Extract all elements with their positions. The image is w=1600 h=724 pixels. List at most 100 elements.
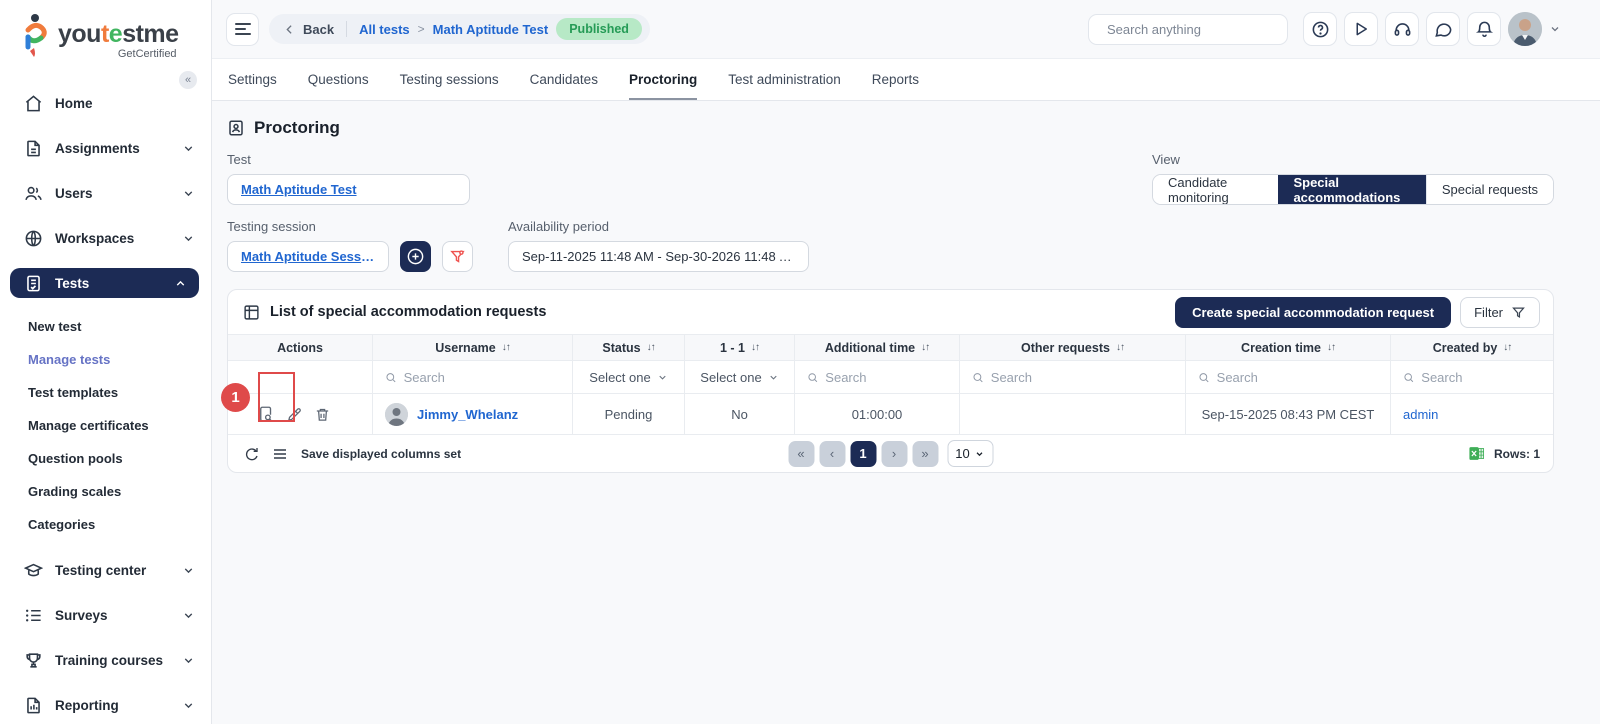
column-status[interactable]: Status↓↑: [573, 335, 685, 360]
page-1-button[interactable]: 1: [850, 441, 876, 467]
tab-settings[interactable]: Settings: [228, 59, 277, 100]
filter-button[interactable]: Filter: [1460, 297, 1540, 328]
sidebar-item-home[interactable]: Home: [0, 88, 211, 118]
column-actions: Actions: [228, 335, 373, 360]
sidebar-item-users[interactable]: Users: [0, 178, 211, 208]
clear-session-filter-button[interactable]: [442, 241, 473, 272]
export-excel-icon[interactable]: [1468, 445, 1485, 462]
username-link[interactable]: Jimmy_Whelanz: [417, 407, 518, 422]
view-option-candidate-monitoring[interactable]: Candidate monitoring: [1153, 175, 1278, 204]
column-username[interactable]: Username↓↑: [373, 335, 573, 360]
test-select[interactable]: Math Aptitude Test: [227, 174, 470, 205]
filter-additional-time[interactable]: [795, 361, 960, 393]
trash-icon: [314, 406, 331, 423]
created-by-link[interactable]: admin: [1403, 407, 1438, 422]
row-one-on-one: No: [685, 394, 795, 434]
filter-created-by[interactable]: [1391, 361, 1553, 393]
view-option-special-accommodations[interactable]: Special accommodations: [1278, 175, 1425, 204]
tab-candidates[interactable]: Candidates: [530, 59, 598, 100]
sort-icon[interactable]: ↓↑: [1116, 342, 1124, 353]
table-icon: [243, 304, 260, 321]
username-filter-input[interactable]: [404, 370, 560, 385]
creation-time-filter-input[interactable]: [1217, 370, 1378, 385]
first-page-button[interactable]: «: [788, 441, 814, 467]
page-size-select[interactable]: 10: [947, 440, 993, 467]
sidebar-item-testing-center[interactable]: Testing center: [0, 555, 211, 585]
other-requests-filter-input[interactable]: [991, 370, 1173, 385]
search-icon: [1403, 371, 1414, 384]
last-page-button[interactable]: »: [912, 441, 938, 467]
sidebar-item-categories[interactable]: Categories: [28, 508, 211, 541]
add-session-button[interactable]: [400, 241, 431, 272]
sort-icon[interactable]: ↓↑: [751, 342, 759, 353]
availability-period-field[interactable]: Sep-11-2025 11:48 AM - Sep-30-2026 11:48…: [508, 241, 809, 272]
create-accommodation-request-button[interactable]: Create special accommodation request: [1175, 297, 1451, 328]
columns-menu-icon: [272, 446, 288, 462]
chevron-down-icon: [975, 449, 985, 459]
next-page-button[interactable]: ›: [881, 441, 907, 467]
notifications-button[interactable]: [1467, 12, 1501, 46]
back-button[interactable]: Back: [283, 22, 334, 37]
filter-creation-time[interactable]: [1186, 361, 1391, 393]
sort-icon[interactable]: ↓↑: [921, 342, 929, 353]
sidebar-item-workspaces[interactable]: Workspaces: [0, 223, 211, 253]
sidebar-item-question-pools[interactable]: Question pools: [28, 442, 211, 475]
columns-menu-button[interactable]: [272, 446, 288, 462]
filter-username[interactable]: [373, 361, 573, 393]
breadcrumb-all-tests[interactable]: All tests: [359, 22, 410, 37]
sidebar-item-surveys[interactable]: Surveys: [0, 600, 211, 630]
tab-proctoring[interactable]: Proctoring: [629, 59, 697, 100]
filter-other-requests[interactable]: [960, 361, 1186, 393]
sidebar-item-reporting[interactable]: Reporting: [0, 690, 211, 720]
sidebar-item-training-courses[interactable]: Training courses: [0, 645, 211, 675]
tab-test-administration[interactable]: Test administration: [728, 59, 841, 100]
sidebar-item-grading-scales[interactable]: Grading scales: [28, 475, 211, 508]
tab-questions[interactable]: Questions: [308, 59, 369, 100]
additional-time-filter-input[interactable]: [825, 370, 947, 385]
filter-one-on-one[interactable]: Select one: [685, 361, 795, 393]
column-one-on-one[interactable]: 1 - 1↓↑: [685, 335, 795, 360]
sidebar-item-manage-tests[interactable]: Manage tests: [28, 343, 211, 376]
help-button[interactable]: [1303, 12, 1337, 46]
sidebar-item-tests[interactable]: Tests: [10, 268, 199, 298]
sidebar-item-manage-certificates[interactable]: Manage certificates: [28, 409, 211, 442]
messages-button[interactable]: [1426, 12, 1460, 46]
sidebar-item-assignments[interactable]: Assignments: [0, 133, 211, 163]
created-by-filter-input[interactable]: [1421, 370, 1541, 385]
refresh-button[interactable]: [243, 446, 259, 462]
sidebar-item-new-test[interactable]: New test: [28, 310, 211, 343]
filter-status[interactable]: Select one: [573, 361, 685, 393]
session-select[interactable]: Math Aptitude Session: [227, 241, 389, 272]
chat-icon: [1434, 20, 1453, 39]
sidebar-collapse-button[interactable]: «: [179, 71, 197, 89]
delete-request-button[interactable]: [314, 406, 331, 423]
brand-logo[interactable]: youtestme GetCertified: [0, 0, 211, 64]
global-search-input[interactable]: [1107, 22, 1283, 37]
tutorials-button[interactable]: [1344, 12, 1378, 46]
tab-reports[interactable]: Reports: [872, 59, 919, 100]
sort-icon[interactable]: ↓↑: [502, 342, 510, 353]
row-additional-time: 01:00:00: [795, 394, 960, 434]
chevron-down-icon: [182, 609, 195, 622]
menu-toggle-button[interactable]: [226, 13, 259, 46]
sort-icon[interactable]: ↓↑: [647, 342, 655, 353]
sort-icon[interactable]: ↓↑: [1503, 342, 1511, 353]
column-created-by[interactable]: Created by↓↑: [1391, 335, 1553, 360]
global-search[interactable]: [1088, 14, 1288, 45]
table-footer: Save displayed columns set « ‹ 1 › » 10 …: [228, 435, 1553, 472]
support-button[interactable]: [1385, 12, 1419, 46]
prev-page-button[interactable]: ‹: [819, 441, 845, 467]
breadcrumb-current-test[interactable]: Math Aptitude Test: [433, 22, 549, 37]
tab-testing-sessions[interactable]: Testing sessions: [400, 59, 499, 100]
sidebar-item-test-templates[interactable]: Test templates: [28, 376, 211, 409]
column-other-requests[interactable]: Other requests↓↑: [960, 335, 1186, 360]
user-menu-chevron-icon[interactable]: [1549, 23, 1561, 35]
sort-icon[interactable]: ↓↑: [1327, 342, 1335, 353]
column-creation-time[interactable]: Creation time↓↑: [1186, 335, 1391, 360]
chevron-left-icon: [283, 23, 296, 36]
column-additional-time[interactable]: Additional time↓↑: [795, 335, 960, 360]
user-avatar[interactable]: [1508, 12, 1542, 46]
tests-icon: [24, 274, 43, 293]
view-option-special-requests[interactable]: Special requests: [1426, 175, 1553, 204]
save-columns-label[interactable]: Save displayed columns set: [301, 447, 461, 461]
